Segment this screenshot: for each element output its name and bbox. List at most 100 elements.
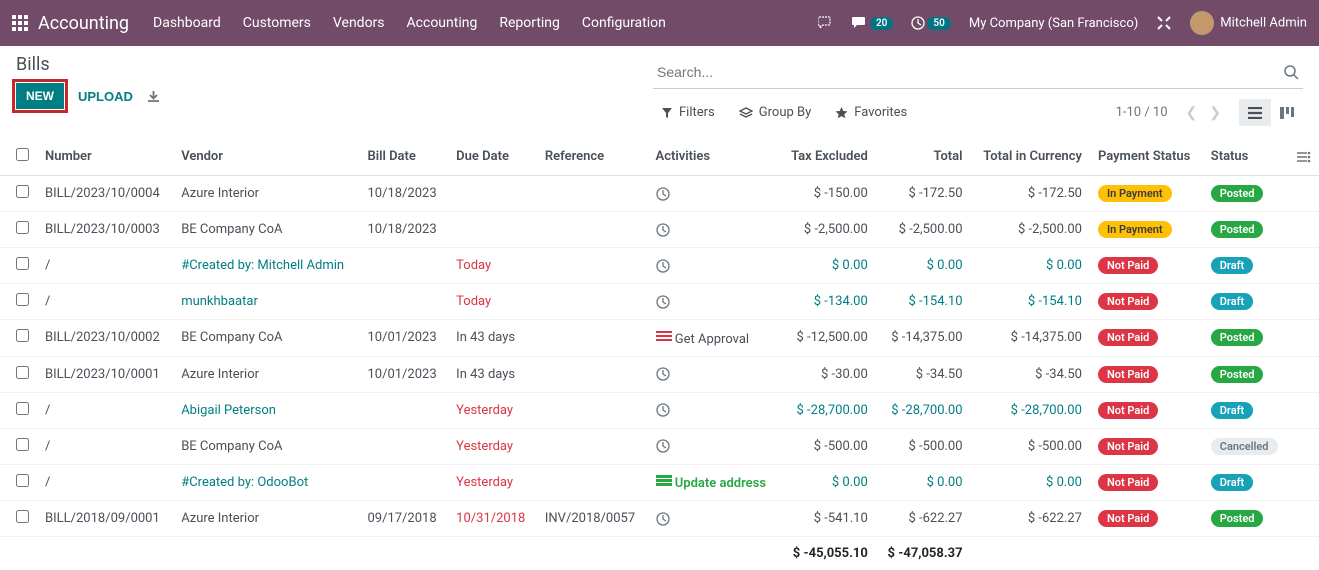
- row-checkbox[interactable]: [16, 402, 29, 415]
- row-checkbox[interactable]: [16, 185, 29, 198]
- table-row[interactable]: BILL/2023/10/0002BE Company CoA10/01/202…: [0, 320, 1319, 357]
- clock-icon[interactable]: [656, 403, 670, 418]
- list-view-icon[interactable]: [1239, 99, 1271, 126]
- col-payment-status[interactable]: Payment Status: [1090, 138, 1203, 176]
- col-status[interactable]: Status: [1203, 138, 1289, 176]
- clock-icon[interactable]: [656, 439, 670, 454]
- company-selector[interactable]: My Company (San Francisco): [969, 16, 1138, 31]
- funnel-icon: [661, 107, 673, 119]
- table-row[interactable]: /#Created by: OdooBotYesterday Update ad…: [0, 464, 1319, 501]
- kanban-view-icon[interactable]: [1271, 99, 1303, 126]
- cell-activities: [648, 392, 780, 428]
- table-row[interactable]: BILL/2023/10/0001Azure Interior10/01/202…: [0, 356, 1319, 392]
- payment-status-badge: Not Paid: [1098, 438, 1158, 455]
- search-input[interactable]: [653, 60, 1280, 84]
- col-bill-date[interactable]: Bill Date: [359, 138, 448, 176]
- activity-indicator[interactable]: Get Approval: [656, 332, 750, 347]
- row-checkbox[interactable]: [16, 221, 29, 234]
- group-by-button[interactable]: Group By: [739, 105, 812, 120]
- cell-activities: Update address: [648, 464, 780, 501]
- col-reference[interactable]: Reference: [537, 138, 648, 176]
- col-options-icon[interactable]: [1289, 138, 1319, 176]
- cell-due-date: Yesterday: [448, 464, 537, 501]
- status-badge: Cancelled: [1211, 438, 1278, 455]
- cell-number: BILL/2023/10/0003: [37, 212, 173, 248]
- payment-status-badge: Not Paid: [1098, 510, 1158, 527]
- col-total-currency[interactable]: Total in Currency: [971, 138, 1090, 176]
- new-button[interactable]: NEW: [16, 83, 64, 109]
- cell-tax-excluded: $ 0.00: [779, 248, 876, 284]
- col-activities[interactable]: Activities: [648, 138, 780, 176]
- table-row[interactable]: BILL/2023/10/0004Azure Interior10/18/202…: [0, 176, 1319, 212]
- topbar: Accounting Dashboard Customers Vendors Acco…: [0, 0, 1319, 46]
- cell-bill-date: 10/01/2023: [359, 356, 448, 392]
- clock-icon[interactable]: [656, 294, 670, 309]
- cell-total-currency: $ 0.00: [971, 248, 1090, 284]
- layers-icon: [739, 107, 753, 119]
- clock-icon[interactable]: [656, 511, 670, 526]
- nav-customers[interactable]: Customers: [243, 15, 311, 31]
- cell-activities: [648, 428, 780, 464]
- download-icon[interactable]: [147, 89, 160, 104]
- table-row[interactable]: /#Created by: Mitchell AdminToday$ 0.00$…: [0, 248, 1319, 284]
- nav-configuration[interactable]: Configuration: [582, 15, 666, 31]
- pager-prev-icon[interactable]: ❮: [1182, 101, 1202, 125]
- totals-row: $ -45,055.10 $ -47,058.37: [0, 537, 1319, 570]
- cell-number: /: [37, 248, 173, 284]
- cell-due-date: Today: [448, 284, 537, 320]
- cell-vendor: #Created by: OdooBot: [173, 464, 359, 501]
- payment-status-badge: Not Paid: [1098, 402, 1158, 419]
- nav-accounting[interactable]: Accounting: [407, 15, 478, 31]
- activity-indicator[interactable]: Update address: [656, 476, 767, 491]
- select-all-checkbox[interactable]: [16, 148, 29, 161]
- col-vendor[interactable]: Vendor: [173, 138, 359, 176]
- pager-next-icon[interactable]: ❯: [1205, 101, 1225, 125]
- cell-vendor: Abigail Peterson: [173, 392, 359, 428]
- row-checkbox[interactable]: [16, 366, 29, 379]
- col-total[interactable]: Total: [876, 138, 971, 176]
- cell-total-currency: $ 0.00: [971, 464, 1090, 501]
- cell-status: Posted: [1203, 176, 1289, 212]
- user-menu[interactable]: Mitchell Admin: [1190, 11, 1307, 35]
- clock-icon[interactable]: [656, 222, 670, 237]
- debug-icon[interactable]: [1156, 15, 1172, 31]
- row-checkbox[interactable]: [16, 293, 29, 306]
- chat-indicator-icon[interactable]: [818, 16, 834, 30]
- clock-icon[interactable]: [656, 258, 670, 273]
- clock-icon[interactable]: [656, 367, 670, 382]
- col-tax-excluded[interactable]: Tax Excluded: [779, 138, 876, 176]
- row-checkbox[interactable]: [16, 474, 29, 487]
- clock-icon[interactable]: [656, 186, 670, 201]
- table-row[interactable]: /Abigail PetersonYesterday$ -28,700.00$ …: [0, 392, 1319, 428]
- cell-due-date: [448, 176, 537, 212]
- nav-reporting[interactable]: Reporting: [499, 15, 560, 31]
- table-row[interactable]: /munkhbaatarToday$ -134.00$ -154.10$ -15…: [0, 284, 1319, 320]
- search-icon[interactable]: [1280, 64, 1303, 79]
- pager-text[interactable]: 1-10 / 10: [1116, 105, 1168, 120]
- favorites-button[interactable]: Favorites: [835, 105, 907, 120]
- filters-button[interactable]: Filters: [661, 105, 715, 120]
- cell-total-currency: $ -2,500.00: [971, 212, 1090, 248]
- col-number[interactable]: Number: [37, 138, 173, 176]
- app-brand[interactable]: Accounting: [38, 13, 129, 34]
- table-row[interactable]: BILL/2023/10/0003BE Company CoA10/18/202…: [0, 212, 1319, 248]
- cell-tax-excluded: $ -28,700.00: [779, 392, 876, 428]
- nav-vendors[interactable]: Vendors: [333, 15, 385, 31]
- filter-row: Filters Group By Favorites 1-10 / 10 ❮ ❯: [653, 99, 1303, 126]
- row-checkbox[interactable]: [16, 257, 29, 270]
- row-checkbox[interactable]: [16, 329, 29, 342]
- upload-button[interactable]: UPLOAD: [78, 89, 133, 104]
- row-checkbox[interactable]: [16, 510, 29, 523]
- col-due-date[interactable]: Due Date: [448, 138, 537, 176]
- cell-payment-status: Not Paid: [1090, 320, 1203, 357]
- apps-icon[interactable]: [12, 15, 28, 31]
- cell-tax-excluded: $ -12,500.00: [779, 320, 876, 357]
- cell-due-date: Today: [448, 248, 537, 284]
- activities-icon[interactable]: 50: [911, 16, 950, 30]
- nav-dashboard[interactable]: Dashboard: [153, 15, 221, 31]
- cell-status: Posted: [1203, 501, 1289, 537]
- table-row[interactable]: /BE Company CoAYesterday$ -500.00$ -500.…: [0, 428, 1319, 464]
- row-checkbox[interactable]: [16, 438, 29, 451]
- table-row[interactable]: BILL/2018/09/0001Azure Interior09/17/201…: [0, 501, 1319, 537]
- messages-icon[interactable]: 20: [852, 16, 893, 30]
